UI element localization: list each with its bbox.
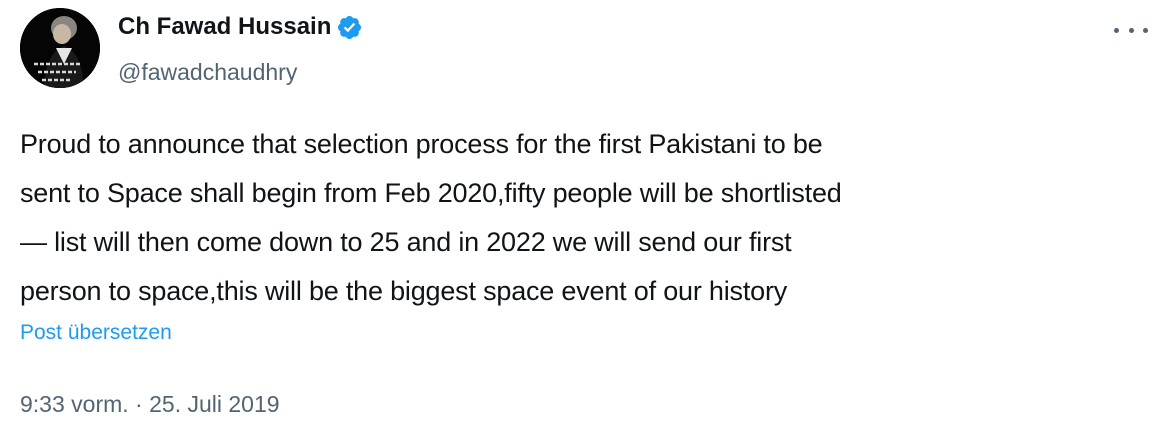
post-timestamp[interactable]: 9:33 vorm. · 25. Juli 2019 <box>20 389 280 419</box>
dot <box>1114 27 1119 33</box>
author-name-text[interactable]: Ch Fawad Hussain <box>118 12 331 42</box>
tweet-card: Ch Fawad Hussain @fawadchaudhry Proud to… <box>0 0 1164 446</box>
more-options-icon[interactable] <box>1114 18 1148 42</box>
translate-post-link[interactable]: Post übersetzen <box>20 318 172 348</box>
separator: · <box>135 391 143 417</box>
profile-photo <box>20 8 100 88</box>
post-time[interactable]: 9:33 vorm. <box>20 391 129 417</box>
author-handle[interactable]: @fawadchaudhry <box>118 57 297 87</box>
post-text: Proud to announce that selection process… <box>20 129 842 306</box>
post-date[interactable]: 25. Juli 2019 <box>149 391 279 417</box>
dot <box>1128 27 1134 33</box>
dot <box>1143 27 1148 33</box>
verified-badge-icon[interactable] <box>336 14 363 41</box>
avatar[interactable] <box>20 8 100 88</box>
author-name[interactable]: Ch Fawad Hussain <box>118 12 363 42</box>
